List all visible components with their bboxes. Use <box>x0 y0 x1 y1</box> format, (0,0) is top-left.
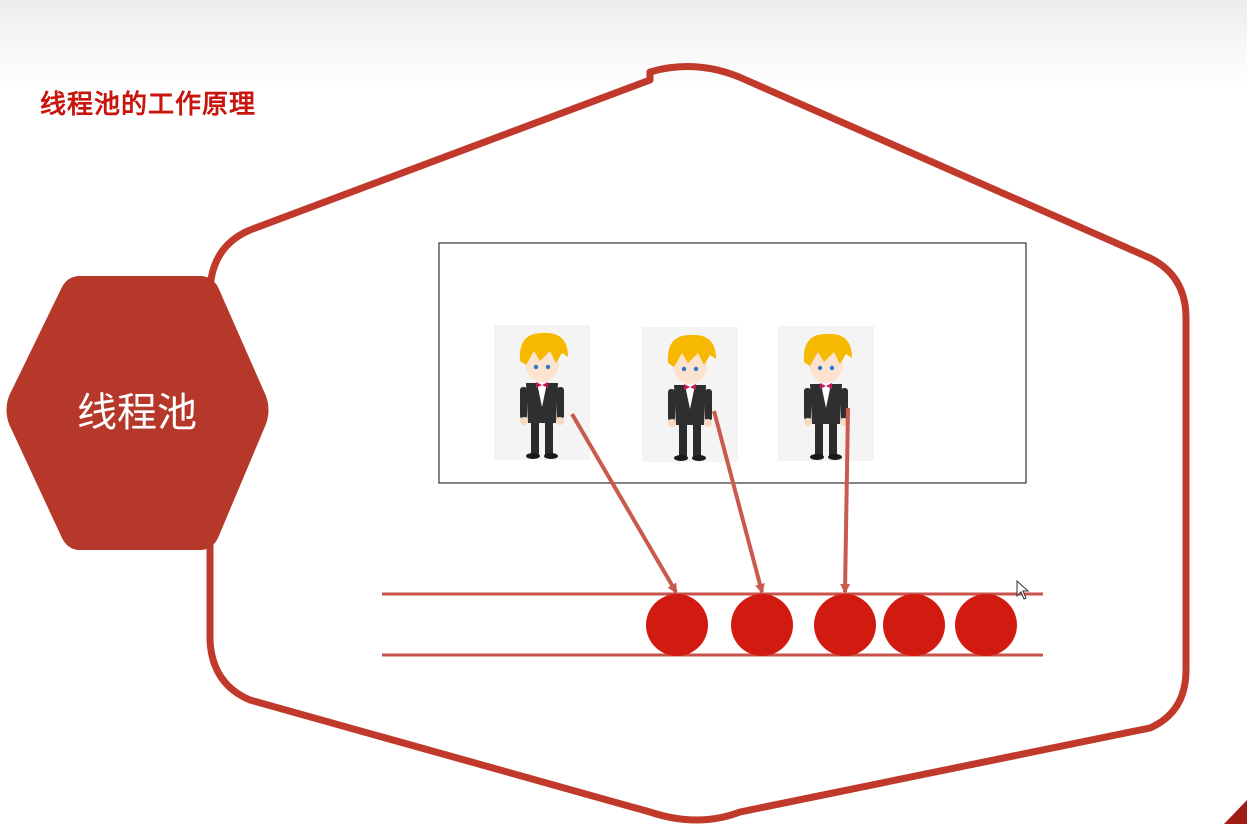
waiter-character-icon <box>778 326 874 461</box>
task-ball <box>814 594 876 656</box>
corner-accent <box>1224 800 1247 824</box>
task-ball <box>955 594 1017 656</box>
mouse-cursor-icon <box>1016 579 1030 600</box>
task-ball <box>731 594 793 656</box>
task-ball <box>883 594 945 656</box>
slide: 线程池的工作原理 线程池 <box>0 0 1247 824</box>
pool-badge-label: 线程池 <box>77 390 197 436</box>
waiter-character-icon <box>494 325 590 460</box>
task-ball <box>646 594 708 656</box>
